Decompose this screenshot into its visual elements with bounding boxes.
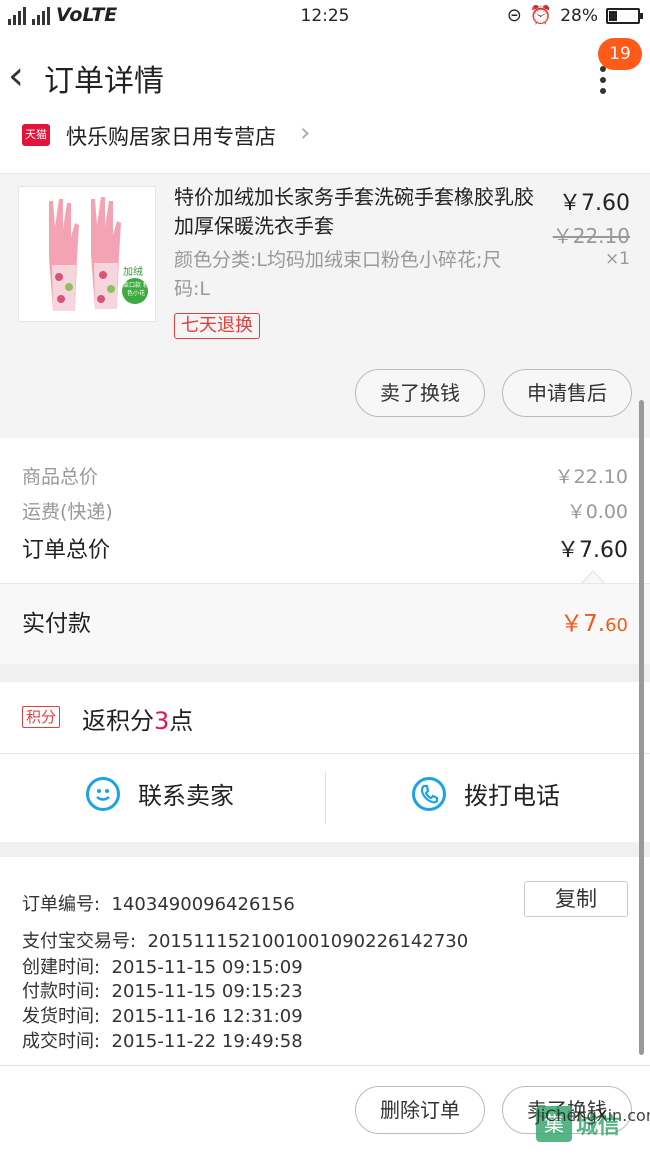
battery-icon bbox=[606, 7, 643, 24]
product-price: ￥7.60 bbox=[559, 191, 630, 216]
goods-total-row: 商品总价 ￥22.10 bbox=[22, 462, 628, 489]
thumb-label-1: 加绒 bbox=[123, 267, 143, 278]
goods-total-value: ￥22.10 bbox=[554, 466, 628, 488]
points-value: 3 bbox=[154, 707, 170, 735]
chevron-right-icon[interactable]: › bbox=[300, 118, 310, 148]
paid-time: 2015-11-15 09:15:23 bbox=[111, 981, 303, 1002]
scrollbar[interactable] bbox=[639, 400, 644, 1055]
battery-fill bbox=[609, 10, 617, 21]
order-number: 1403490096426156 bbox=[111, 894, 295, 915]
call-label: 拨打电话 bbox=[464, 782, 560, 810]
done-row: 成交时间: 2015-11-22 19:49:58 bbox=[22, 1027, 303, 1053]
shop-name[interactable]: 快乐购居家日用专营店 bbox=[66, 121, 276, 151]
lock-rotation-icon: ⊝ bbox=[506, 5, 522, 26]
chat-smile-icon bbox=[86, 776, 120, 811]
thumb-label-2: 束口款 粉色小花 bbox=[123, 282, 149, 297]
shipped-label: 发货时间: bbox=[22, 1006, 101, 1027]
back-arrow-icon[interactable]: ‹ bbox=[8, 56, 24, 96]
order-total-value: ￥7.60 bbox=[557, 538, 628, 563]
phone-icon bbox=[412, 776, 446, 811]
glove-image bbox=[19, 187, 155, 321]
sell-for-cash-button[interactable]: 卖了换钱 bbox=[355, 369, 485, 417]
points-prefix: 返积分 bbox=[82, 707, 154, 735]
goods-total-label: 商品总价 bbox=[22, 466, 99, 488]
paid-cents: 60 bbox=[605, 615, 628, 636]
shipping-value: ￥0.00 bbox=[566, 501, 628, 523]
alipay-label: 支付宝交易号: bbox=[22, 931, 137, 952]
created-label: 创建时间: bbox=[22, 957, 101, 978]
product-title[interactable]: 特价加绒加长家务手套洗碗手套橡胶乳胶加厚保暖洗衣手套 bbox=[174, 183, 534, 241]
contact-seller-button[interactable]: 联系卖家 bbox=[86, 776, 234, 811]
points-text: 返积分3点 bbox=[82, 701, 193, 736]
contact-divider bbox=[325, 772, 326, 824]
shipped-row: 发货时间: 2015-11-16 12:31:09 bbox=[22, 1002, 303, 1028]
order-total-row: 订单总价 ￥7.60 bbox=[22, 532, 628, 564]
product-sku: 颜色分类:L均码加绒束口粉色小碎花;尺码:L bbox=[174, 249, 502, 300]
paid-label: 实付款 bbox=[22, 611, 91, 637]
alipay-row: 支付宝交易号: 2015111521001001090226142730 bbox=[22, 927, 468, 953]
done-time: 2015-11-22 19:49:58 bbox=[111, 1031, 303, 1052]
shipped-time: 2015-11-16 12:31:09 bbox=[111, 1006, 303, 1027]
notification-badge: 19 bbox=[598, 38, 642, 70]
page-title: 订单详情 bbox=[44, 64, 164, 99]
product-quantity: ×1 bbox=[604, 249, 630, 269]
copy-button[interactable]: 复制 bbox=[524, 881, 628, 917]
more-menu-icon[interactable] bbox=[600, 66, 606, 94]
product-thumbnail[interactable]: 加绒 束口款 粉色小花 bbox=[18, 186, 156, 322]
status-right: ⊝ ⏰ 28% bbox=[506, 5, 643, 26]
points-suffix: 点 bbox=[169, 707, 194, 735]
after-sales-button[interactable]: 申请售后 bbox=[502, 369, 632, 417]
alipay-number: 2015111521001001090226142730 bbox=[147, 931, 469, 952]
service-tag: 七天退换 bbox=[174, 313, 260, 339]
paid-time-row: 付款时间: 2015-11-15 09:15:23 bbox=[22, 977, 303, 1003]
shipping-label: 运费(快递) bbox=[22, 501, 113, 523]
created-row: 创建时间: 2015-11-15 09:15:09 bbox=[22, 953, 303, 979]
shipping-row: 运费(快递) ￥0.00 bbox=[22, 497, 628, 524]
done-label: 成交时间: bbox=[22, 1031, 101, 1052]
order-number-label: 订单编号: bbox=[22, 894, 101, 915]
caret-up-fill bbox=[583, 572, 603, 583]
paid-main: ￥7. bbox=[560, 611, 606, 637]
call-button[interactable]: 拨打电话 bbox=[412, 776, 560, 811]
delete-order-button[interactable]: 删除订单 bbox=[355, 1086, 485, 1134]
tmall-logo: 天猫 bbox=[22, 124, 50, 146]
paid-time-label: 付款时间: bbox=[22, 981, 101, 1002]
paid-row: 实付款 ￥7.60 bbox=[22, 604, 628, 638]
paid-value: ￥7.60 bbox=[560, 604, 628, 638]
created-time: 2015-11-15 09:15:09 bbox=[111, 957, 303, 978]
order-total-label: 订单总价 bbox=[22, 538, 111, 563]
alarm-icon: ⏰ bbox=[529, 5, 553, 26]
order-number-row: 订单编号: 1403490096426156 bbox=[22, 890, 295, 916]
battery-percent: 28% bbox=[560, 5, 598, 26]
contact-seller-label: 联系卖家 bbox=[138, 782, 234, 810]
original-price: ￥22.10 bbox=[552, 224, 630, 248]
watermark-url: JiChengXin.com bbox=[536, 1106, 650, 1125]
points-badge: 积分 bbox=[22, 706, 61, 728]
